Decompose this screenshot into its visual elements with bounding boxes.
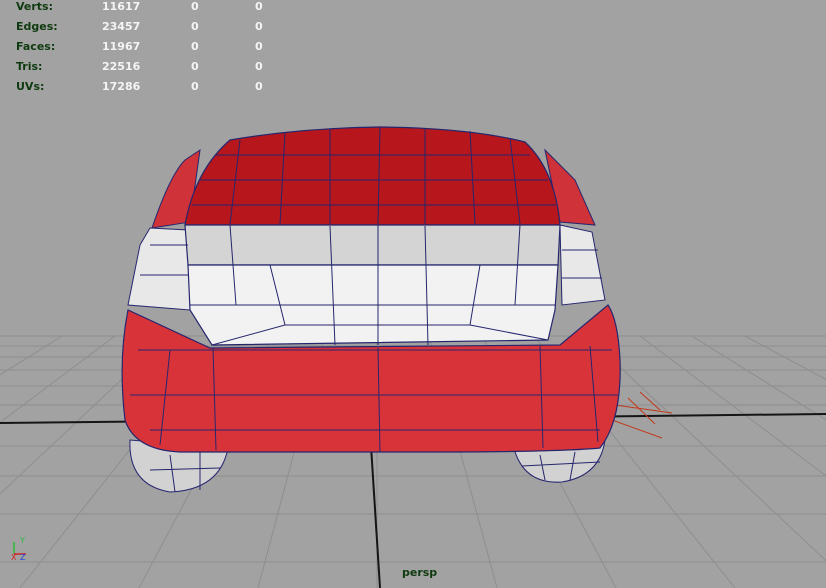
hud-value: 11617 [102, 0, 141, 13]
hud-value: 0 [255, 80, 263, 93]
hud-value: 0 [191, 80, 199, 93]
hud-value: 23457 [102, 20, 141, 33]
hud-value: 0 [255, 40, 263, 53]
camera-name-label: persp [402, 566, 438, 579]
hud-value: 0 [255, 20, 263, 33]
hud-value: 0 [191, 0, 199, 13]
grid-axis-z [369, 429, 381, 588]
hud-label: Faces: [16, 40, 56, 53]
hud-label: Edges: [16, 20, 58, 33]
hud-value: 17286 [102, 80, 141, 93]
hud-value: 0 [255, 0, 263, 13]
hud-value: 0 [255, 60, 263, 73]
car-trunk [140, 224, 602, 346]
hud-label: Verts: [16, 0, 54, 13]
hud-value: 11967 [102, 40, 141, 53]
hud-label: Tris: [16, 60, 43, 73]
axis-z-label: Z [20, 553, 26, 560]
hud-value: 0 [191, 60, 199, 73]
hud-value: 0 [191, 40, 199, 53]
car-rear-window [184, 126, 561, 226]
hud-label: UVs: [16, 80, 45, 93]
axis-y-label: Y [19, 536, 25, 545]
view-axis-gizmo: X Z Y [11, 536, 26, 560]
hud-value: 22516 [102, 60, 141, 73]
viewport-persp[interactable]: Verts: 11617 0 0 Edges: 23457 0 0 Faces:… [0, 0, 826, 588]
hud-value: 0 [191, 20, 199, 33]
axis-x-label: X [11, 553, 17, 560]
